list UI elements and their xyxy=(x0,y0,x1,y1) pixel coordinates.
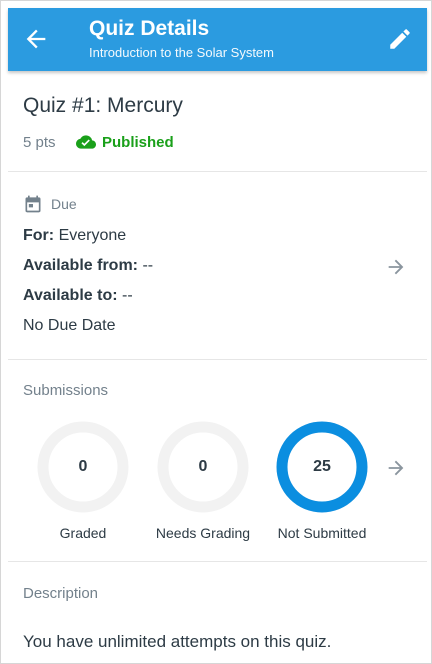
available-from-label: Available from: xyxy=(23,257,138,274)
for-label: For: xyxy=(23,227,55,244)
graded-count: 0 xyxy=(78,458,88,475)
page-title: Quiz Details xyxy=(89,17,210,40)
app-bar: Quiz Details Introduction to the Solar S… xyxy=(8,8,427,71)
for-value: Everyone xyxy=(58,227,127,244)
not-submitted-donut: 25 xyxy=(276,421,368,513)
description-section: Description You have unlimited attempts … xyxy=(8,562,427,664)
needs-grading-count: 0 xyxy=(198,458,208,475)
available-to-row: Available to: -- xyxy=(23,287,133,305)
needs-grading-donut: 0 xyxy=(157,421,249,513)
description-text: You have unlimited attempts on this quiz… xyxy=(23,632,332,651)
needs-grading-label: Needs Grading xyxy=(155,525,251,541)
no-due-date: No Due Date xyxy=(23,317,116,334)
due-heading: Due xyxy=(23,194,77,214)
arrow-right-icon[interactable] xyxy=(385,457,407,479)
published-label: Published xyxy=(102,133,174,151)
submissions-section[interactable]: Submissions 0 Graded 0 Needs Grading 25 … xyxy=(8,360,427,562)
not-submitted-count: 25 xyxy=(313,458,331,475)
calendar-icon xyxy=(25,195,41,213)
course-subtitle: Introduction to the Solar System xyxy=(89,45,274,60)
quiz-title: Quiz #1: Mercury xyxy=(23,94,183,117)
graded-label: Graded xyxy=(59,525,107,541)
cloud-check-icon xyxy=(76,135,96,149)
graded-donut: 0 xyxy=(37,421,129,513)
app-bar-titles: Quiz Details Introduction to the Solar S… xyxy=(89,17,274,62)
quiz-header-section: Quiz #1: Mercury 5 pts Published xyxy=(8,71,427,172)
points-label: 5 pts xyxy=(23,134,56,151)
published-status: Published xyxy=(76,132,174,152)
available-to-value: -- xyxy=(122,287,133,304)
arrow-left-icon[interactable] xyxy=(22,25,50,53)
not-submitted-label: Not Submitted xyxy=(277,525,367,541)
submissions-heading: Submissions xyxy=(23,382,109,399)
description-heading: Description xyxy=(23,585,99,602)
due-heading-label: Due xyxy=(51,196,77,212)
pencil-icon[interactable] xyxy=(387,26,413,52)
arrow-right-icon[interactable] xyxy=(385,256,407,278)
due-for-row: For: Everyone xyxy=(23,227,126,245)
available-from-value: -- xyxy=(142,257,154,274)
available-from-row: Available from: -- xyxy=(23,257,153,275)
screen-frame: Quiz Details Introduction to the Solar S… xyxy=(0,0,432,664)
available-to-label: Available to: xyxy=(23,287,118,304)
due-section[interactable]: Due For: Everyone Available from: -- Ava… xyxy=(8,172,427,360)
